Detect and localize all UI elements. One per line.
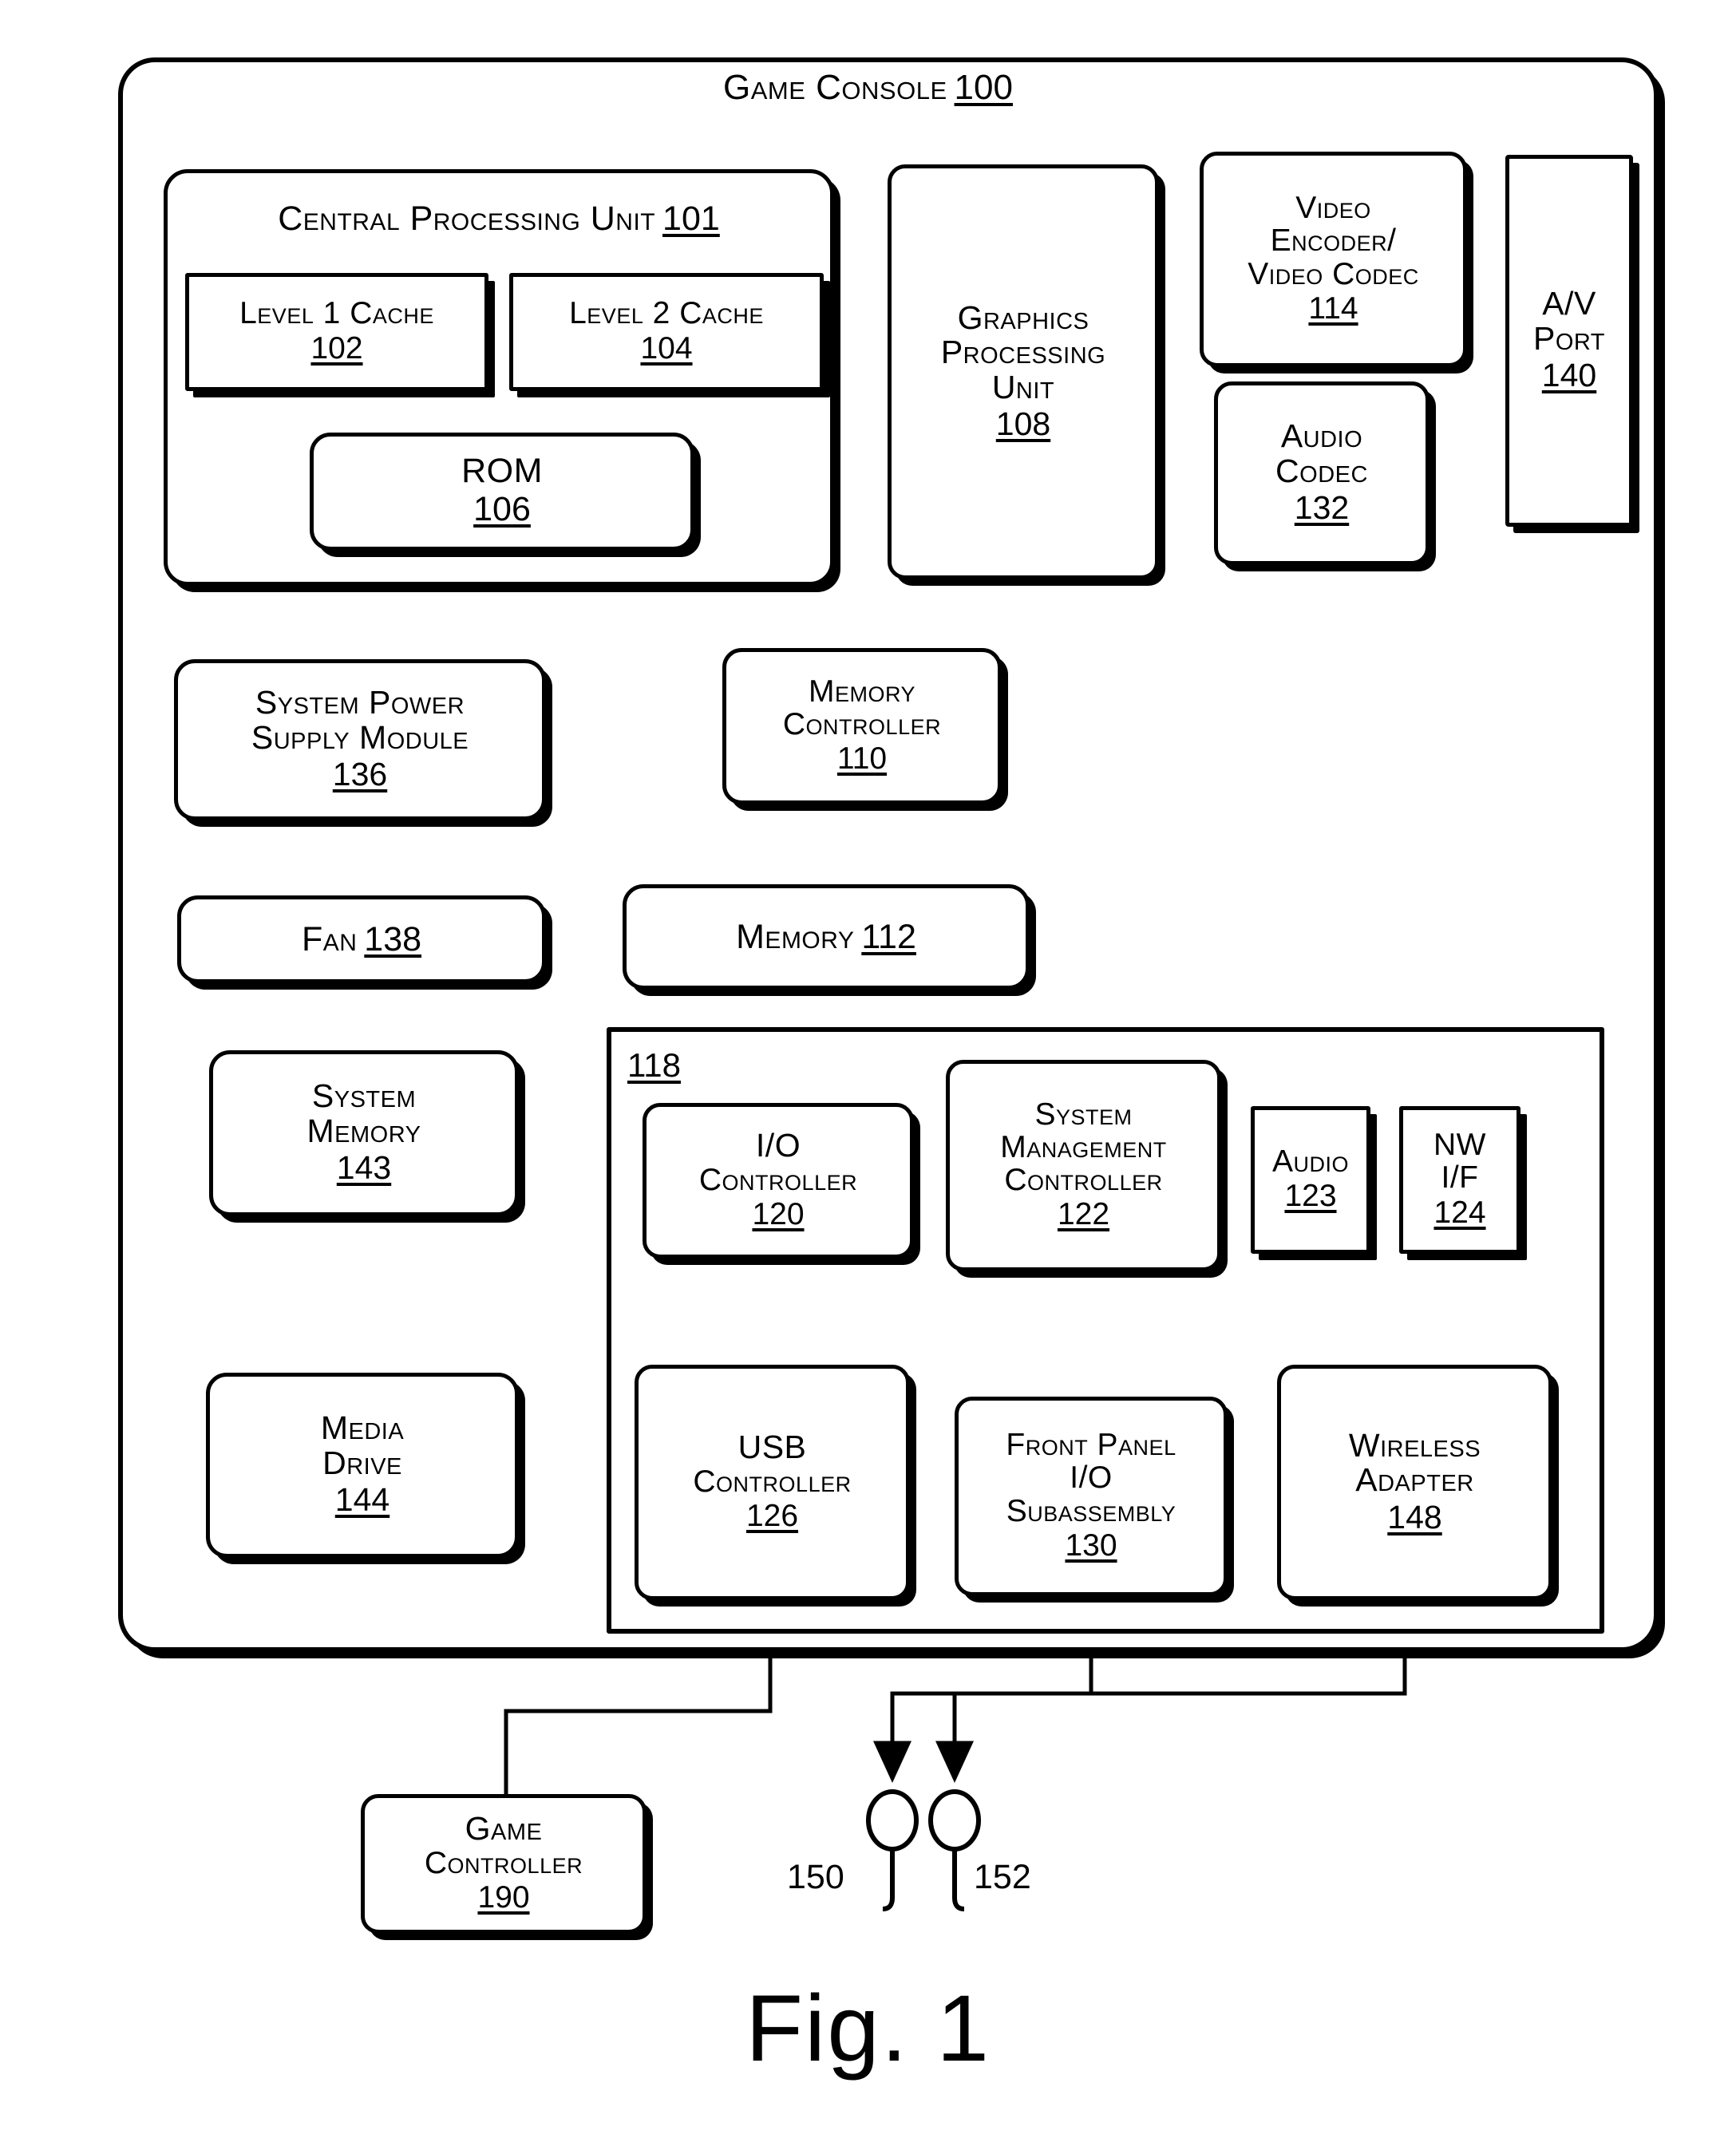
front-panel-io-label-line3: Subassembly	[1006, 1493, 1176, 1528]
system-memory-ref: 143	[336, 1149, 392, 1187]
av-port-label-line1: A/V	[1542, 285, 1596, 322]
cpu-ref: 101	[662, 200, 720, 238]
block-system-management-controller: System Management Controller 122	[946, 1060, 1221, 1271]
av-port-label-line2: Port	[1532, 319, 1606, 357]
gpu-label-line3: Unit	[991, 368, 1055, 405]
front-panel-io-label-line2: I/O	[1070, 1460, 1113, 1496]
audio-codec-ref: 132	[1294, 489, 1350, 527]
usb-controller-label-line1: USB	[738, 1429, 807, 1466]
port-150-label: 150	[787, 1858, 844, 1896]
gpu-ref: 108	[995, 405, 1051, 442]
media-drive-ref: 144	[334, 1481, 390, 1519]
cpu-title: Central Processing Unit 101	[168, 199, 830, 239]
console-title-label: Game Console	[723, 68, 947, 107]
io-controller-label-line1: I/O	[755, 1127, 801, 1164]
block-memory: Memory 112	[623, 884, 1030, 990]
block-audio-codec: Audio Codec 132	[1214, 381, 1430, 565]
memory-controller-label-line2: Controller	[782, 706, 942, 741]
block-game-controller: Game Controller 190	[361, 1794, 647, 1934]
rom-ref: 106	[473, 490, 531, 529]
memory-controller-label-line1: Memory	[808, 674, 915, 709]
block-io-controller: I/O Controller 120	[643, 1103, 914, 1259]
system-memory-label-line1: System	[311, 1077, 417, 1115]
front-panel-io-ref: 130	[1065, 1528, 1117, 1563]
game-controller-label-line1: Game	[465, 1810, 543, 1848]
console-title-ref: 100	[954, 68, 1013, 107]
block-av-port: A/V Port 140	[1505, 155, 1633, 527]
console-title: Game Console 100	[0, 67, 1736, 109]
fan-label: Fan	[301, 919, 358, 958]
nw-if-label-line2: I/F	[1441, 1160, 1479, 1196]
block-media-drive: Media Drive 144	[206, 1373, 519, 1558]
block-graphics-processing-unit: Graphics Processing Unit 108	[888, 164, 1159, 579]
l2-cache-ref: 104	[640, 330, 693, 366]
usb-controller-ref: 126	[745, 1498, 799, 1533]
power-supply-label-line1: System Power	[255, 684, 465, 721]
memory-label: Memory	[736, 917, 855, 956]
l1-cache-ref: 102	[310, 330, 363, 366]
game-controller-ref: 190	[477, 1879, 530, 1915]
media-drive-label-line2: Drive	[322, 1444, 402, 1481]
l2-cache-label: Level 2 Cache	[569, 296, 764, 331]
memory-controller-ref: 110	[836, 741, 888, 777]
block-memory-controller: Memory Controller 110	[722, 648, 1002, 804]
block-level-1-cache: Level 1 Cache 102	[185, 273, 488, 391]
video-encoder-ref: 114	[1308, 290, 1358, 326]
cpu-label: Central Processing Unit	[278, 200, 656, 238]
l1-cache-label: Level 1 Cache	[239, 296, 434, 331]
patent-figure-page: Game Console 100 Central Processing Unit…	[0, 0, 1736, 2150]
block-rom: ROM 106	[310, 433, 694, 551]
block-fan: Fan 138	[177, 895, 546, 983]
audio-codec-label-line1: Audio	[1280, 417, 1363, 455]
power-supply-label-line2: Supply Module	[251, 718, 469, 756]
video-encoder-label-line3: Video Codec	[1248, 256, 1419, 291]
memory-ref: 112	[861, 917, 916, 956]
block-system-memory: System Memory 143	[209, 1050, 519, 1216]
wireless-adapter-label-line1: Wireless	[1348, 1426, 1481, 1464]
port-152-label: 152	[974, 1858, 1031, 1896]
nw-if-label-line1: NW	[1433, 1128, 1486, 1163]
wireless-adapter-label-line2: Adapter	[1355, 1461, 1474, 1499]
block-wireless-adapter: Wireless Adapter 148	[1277, 1365, 1552, 1600]
media-drive-label-line1: Media	[320, 1409, 405, 1447]
smc-label-line2: Management	[1000, 1129, 1167, 1164]
io-hub-ref-wrapper: 118	[627, 1045, 681, 1085]
fan-ref: 138	[364, 919, 422, 958]
smc-label-line1: System	[1034, 1097, 1133, 1132]
audio-codec-label-line2: Codec	[1275, 452, 1368, 489]
smc-label-line3: Controller	[1004, 1163, 1163, 1198]
gpu-label-line1: Graphics	[957, 298, 1089, 336]
system-memory-label-line2: Memory	[306, 1112, 421, 1149]
io-hub-ref: 118	[627, 1046, 681, 1084]
block-network-interface: NW I/F 124	[1399, 1106, 1520, 1254]
front-panel-io-label-line1: Front Panel	[1006, 1428, 1176, 1462]
video-encoder-label-line2: Encoder/	[1270, 223, 1397, 259]
block-front-panel-io-subassembly: Front Panel I/O Subassembly 130	[955, 1397, 1228, 1596]
smc-ref: 122	[1057, 1197, 1110, 1232]
game-controller-label-line2: Controller	[424, 1845, 583, 1880]
block-level-2-cache: Level 2 Cache 104	[509, 273, 824, 391]
block-usb-controller: USB Controller 126	[635, 1365, 910, 1600]
av-port-ref: 140	[1541, 357, 1597, 394]
power-supply-ref: 136	[332, 756, 388, 793]
block-video-encoder-codec: Video Encoder/ Video Codec 114	[1200, 152, 1467, 367]
block-audio: Audio 123	[1251, 1106, 1370, 1254]
port-150-icon	[866, 1789, 919, 1911]
gpu-label-line2: Processing	[940, 334, 1106, 371]
nw-if-ref: 124	[1433, 1195, 1486, 1230]
audio-ref: 123	[1284, 1179, 1337, 1214]
block-system-power-supply-module: System Power Supply Module 136	[174, 659, 546, 820]
figure-caption: Fig. 1	[745, 1976, 991, 2081]
port-152-icon	[928, 1789, 981, 1911]
rom-label: ROM	[461, 451, 543, 490]
wireless-adapter-ref: 148	[1387, 1498, 1442, 1535]
io-controller-label-line2: Controller	[698, 1162, 858, 1197]
audio-label: Audio	[1271, 1144, 1349, 1179]
io-controller-ref: 120	[752, 1196, 805, 1231]
video-encoder-label-line1: Video	[1295, 191, 1371, 225]
usb-controller-label-line2: Controller	[693, 1464, 852, 1499]
